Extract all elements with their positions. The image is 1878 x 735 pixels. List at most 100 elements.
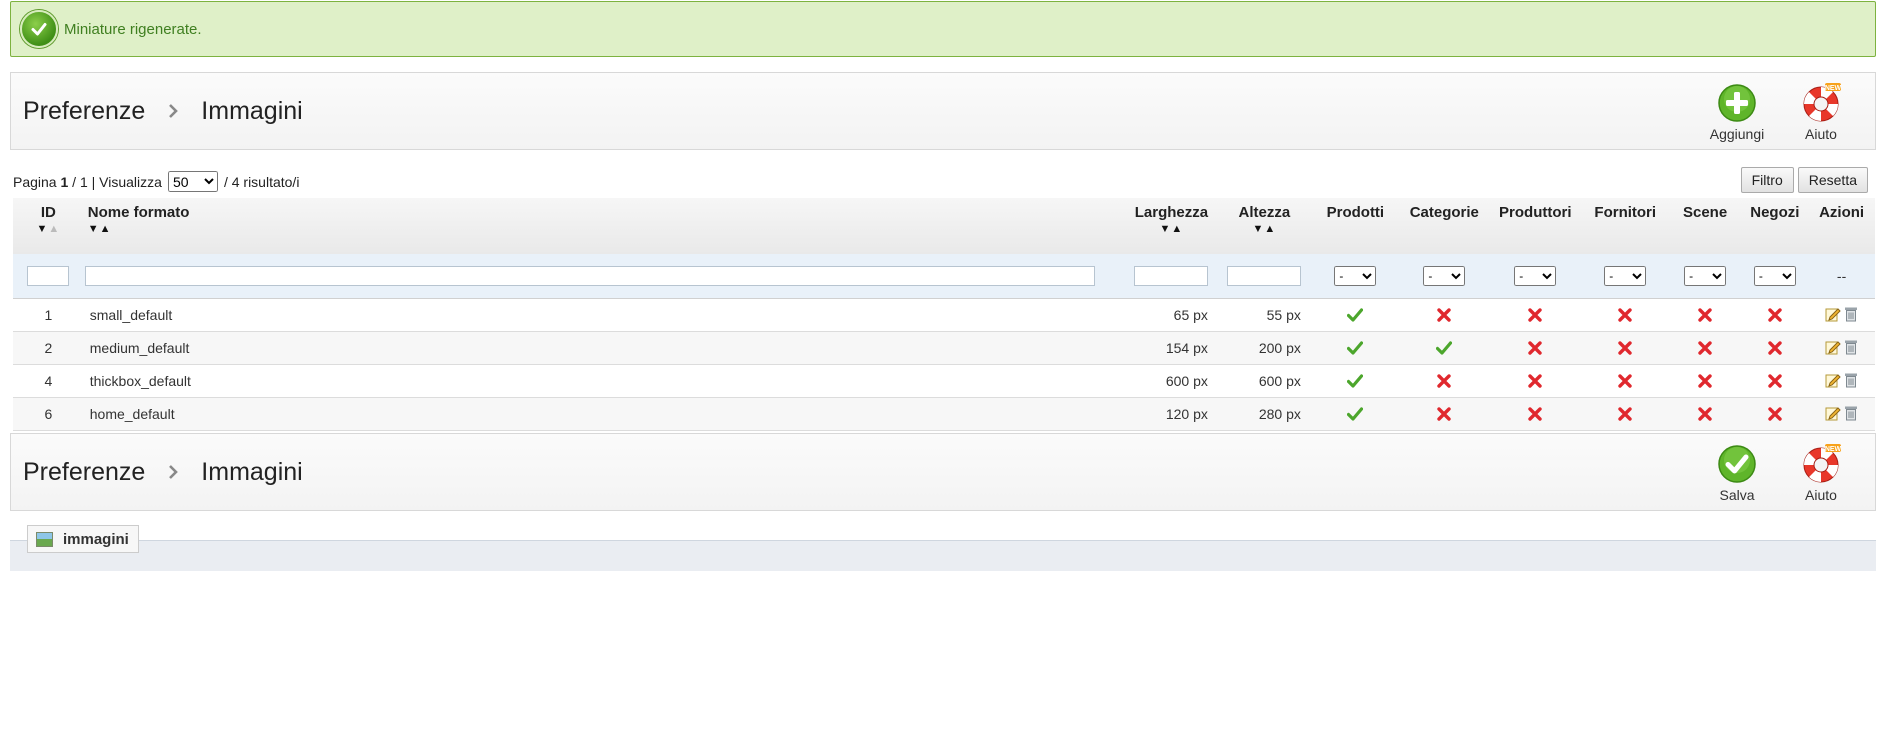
cross-icon[interactable]: [1526, 405, 1544, 423]
check-icon[interactable]: [1435, 339, 1453, 357]
cell-suppliers: [1581, 397, 1669, 431]
cross-icon[interactable]: [1435, 405, 1453, 423]
cell-categories: [1399, 298, 1489, 332]
filter-suppliers-select[interactable]: -: [1604, 266, 1647, 286]
sort-asc-icon[interactable]: ▲: [1171, 223, 1183, 235]
cross-icon[interactable]: [1766, 306, 1784, 324]
add-button[interactable]: Aggiungi: [1697, 83, 1777, 142]
images-fieldset: immagini: [10, 525, 1876, 571]
cell-scenes: [1668, 364, 1742, 398]
image-icon: [36, 531, 53, 547]
cross-icon[interactable]: [1616, 306, 1634, 324]
cell-stores: [1741, 364, 1809, 398]
filter-actions: Filtro Resetta: [1740, 167, 1868, 193]
help-button[interactable]: NEW Aiuto: [1781, 444, 1861, 503]
edit-icon[interactable]: [1824, 404, 1842, 422]
sort-asc-icon[interactable]: ▲: [48, 223, 60, 235]
chevron-right-icon: [167, 103, 179, 119]
cross-icon[interactable]: [1696, 405, 1714, 423]
filter-categories-select[interactable]: -: [1423, 266, 1466, 286]
sort-asc-icon[interactable]: ▲: [100, 223, 112, 235]
edit-icon[interactable]: [1824, 371, 1842, 389]
breadcrumb-item-images: Immagini: [201, 96, 303, 125]
cross-icon[interactable]: [1616, 405, 1634, 423]
cell-actions: [1808, 298, 1875, 332]
cell-id: 1: [13, 298, 84, 332]
trash-icon[interactable]: [1842, 371, 1860, 389]
cross-icon[interactable]: [1526, 372, 1544, 390]
lifebuoy-icon: NEW: [1801, 444, 1842, 484]
chevron-right-icon: [167, 464, 179, 480]
table-row: 6 home_default 120 px 280 px: [13, 397, 1875, 431]
check-icon[interactable]: [1346, 372, 1364, 390]
filter-name-input[interactable]: [84, 266, 1095, 286]
check-icon[interactable]: [1346, 405, 1364, 423]
cross-icon[interactable]: [1766, 339, 1784, 357]
cell-name: thickbox_default: [83, 364, 1125, 398]
cross-icon[interactable]: [1616, 372, 1634, 390]
check-icon[interactable]: [1346, 339, 1364, 357]
breadcrumb-item-preferences[interactable]: Preferenze: [23, 97, 145, 126]
reset-button[interactable]: Resetta: [1797, 167, 1868, 193]
cell-manufacturers: [1488, 298, 1582, 332]
cell-scenes: [1668, 298, 1742, 332]
success-notification: Miniature rigenerate.: [10, 1, 1876, 57]
sort-desc-icon[interactable]: ▼: [36, 223, 48, 235]
check-icon[interactable]: [1346, 306, 1364, 324]
cross-icon[interactable]: [1526, 339, 1544, 357]
sort-asc-icon[interactable]: ▲: [1264, 223, 1276, 235]
breadcrumb: Preferenze Immagini: [23, 434, 303, 510]
column-header-name: Nome formato ▼▲: [83, 198, 1125, 254]
cross-icon[interactable]: [1696, 306, 1714, 324]
cross-icon[interactable]: [1526, 306, 1544, 324]
breadcrumb-item-preferences[interactable]: Preferenze: [23, 458, 145, 487]
filter-manufacturers-select[interactable]: -: [1514, 266, 1557, 286]
edit-icon[interactable]: [1824, 338, 1842, 356]
help-button[interactable]: NEW Aiuto: [1781, 83, 1861, 142]
svg-text:NEW: NEW: [1825, 85, 1841, 92]
cell-actions: [1808, 364, 1875, 398]
cross-icon[interactable]: [1766, 405, 1784, 423]
cell-stores: [1741, 397, 1809, 431]
cross-icon[interactable]: [1696, 372, 1714, 390]
trash-icon[interactable]: [1842, 338, 1860, 356]
cross-icon[interactable]: [1435, 306, 1453, 324]
table-row: 2 medium_default 154 px 200 px: [13, 331, 1875, 365]
show-label: | Visualizza: [91, 173, 162, 190]
sort-desc-icon[interactable]: ▼: [1253, 223, 1265, 235]
fieldset-legend: immagini: [27, 525, 139, 553]
save-button[interactable]: Salva: [1697, 444, 1777, 503]
sort-desc-icon[interactable]: ▼: [88, 223, 100, 235]
cell-categories: [1399, 364, 1489, 398]
page-toolbar: Preferenze Immagini Aggiungi NEW Aiuto: [10, 72, 1876, 150]
cell-scenes: [1668, 331, 1742, 365]
filter-width-input[interactable]: [1134, 266, 1209, 286]
breadcrumb: Preferenze Immagini: [23, 73, 303, 149]
form-toolbar: Preferenze Immagini Salva NEW Aiuto: [10, 433, 1876, 511]
page-label: Pagina: [13, 173, 57, 190]
lifebuoy-icon: NEW: [1801, 83, 1842, 123]
sort-desc-icon[interactable]: ▼: [1160, 223, 1172, 235]
column-header-categories: Categorie: [1399, 198, 1489, 254]
cross-icon[interactable]: [1616, 339, 1634, 357]
filter-products-select[interactable]: -: [1334, 266, 1377, 286]
cell-height: 600 px: [1217, 364, 1311, 398]
cell-products: [1310, 397, 1400, 431]
cell-products: [1310, 331, 1400, 365]
filter-id-input[interactable]: [27, 266, 70, 286]
cross-icon[interactable]: [1435, 372, 1453, 390]
filter-stores-select[interactable]: -: [1753, 266, 1796, 286]
cell-name: home_default: [83, 397, 1125, 431]
filter-scenes-select[interactable]: -: [1684, 266, 1727, 286]
cell-suppliers: [1581, 298, 1669, 332]
column-header-products: Prodotti: [1310, 198, 1400, 254]
trash-icon[interactable]: [1842, 305, 1860, 323]
filter-height-input[interactable]: [1227, 266, 1302, 286]
trash-icon[interactable]: [1842, 404, 1860, 422]
per-page-select[interactable]: 50: [167, 171, 218, 192]
column-header-height: Altezza ▼▲: [1217, 198, 1311, 254]
edit-icon[interactable]: [1824, 305, 1842, 323]
cross-icon[interactable]: [1766, 372, 1784, 390]
filter-button[interactable]: Filtro: [1740, 167, 1794, 193]
cross-icon[interactable]: [1696, 339, 1714, 357]
